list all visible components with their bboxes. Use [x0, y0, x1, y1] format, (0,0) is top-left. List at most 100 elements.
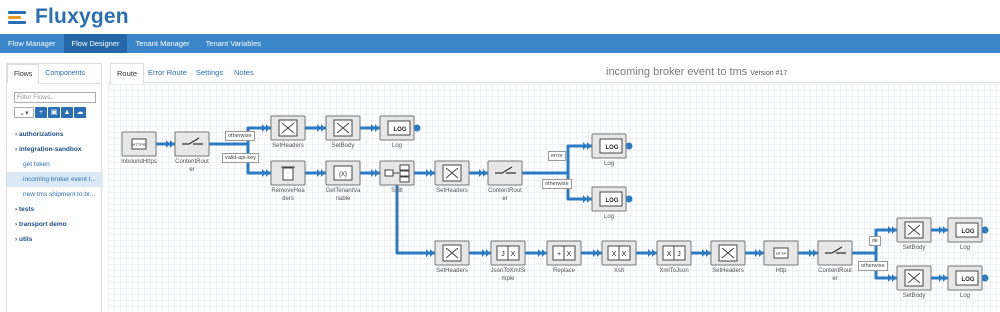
tree-folder[interactable]: › integration-sandbox	[7, 142, 103, 157]
flow-node[interactable]	[174, 131, 210, 157]
end-dot	[625, 195, 633, 203]
arrow-icon	[648, 249, 656, 257]
node-label: ContentRouter	[175, 159, 209, 173]
node-label: XmlToJson	[659, 268, 689, 274]
setheaders-icon	[442, 244, 462, 262]
log-icon: LOG	[599, 138, 623, 154]
node-label: ContentRouter	[488, 188, 522, 202]
http-icon: HTTP	[773, 247, 789, 259]
arrow-icon	[482, 249, 490, 257]
svg-text:HTTPS: HTTPS	[132, 142, 145, 147]
arrow-icon	[262, 169, 270, 177]
node-label: SetBody	[331, 143, 355, 149]
node-label: SetBody	[902, 245, 926, 251]
arrow-icon	[371, 169, 379, 177]
node-label: Log	[959, 293, 970, 299]
tab-flows[interactable]: Flows	[7, 64, 40, 84]
end-dot	[981, 274, 989, 282]
tab-settings[interactable]: Settings	[190, 63, 229, 83]
tab-components[interactable]: Components	[39, 64, 91, 83]
nav-flow-designer[interactable]: Flow Designer	[63, 34, 128, 53]
svg-text:J: J	[677, 251, 681, 258]
svg-text:+: +	[557, 251, 561, 258]
arrow-icon	[755, 249, 763, 257]
arrow-icon	[702, 249, 710, 257]
svg-text:LOG: LOG	[962, 229, 975, 235]
node-label: SetHeaders	[712, 268, 744, 274]
arrow-icon	[371, 124, 379, 132]
editor-tabs: Route Error Route Settings Notes	[108, 63, 1000, 85]
upload-icon[interactable]: ▲	[61, 107, 73, 118]
node-label: Split	[391, 188, 403, 194]
nav-flow-manager[interactable]: Flow Manager	[0, 34, 64, 53]
node-label: JsonToXmlSimple	[490, 268, 526, 282]
main-nav: Flow Manager Flow Designer Tenant Manage…	[0, 34, 1000, 53]
tab-notes[interactable]: Notes	[228, 63, 260, 83]
branch-label[interactable]: error	[548, 151, 566, 161]
nav-tenant-manager[interactable]: Tenant Manager	[127, 34, 197, 53]
arrow-icon	[888, 226, 896, 234]
open-folder-icon[interactable]: ▣	[48, 107, 60, 118]
flow-toolbar: ⌄▾ + ▣ ▲ ☁	[14, 107, 86, 118]
arrow-icon	[593, 249, 601, 257]
fluxygen-logo[interactable]: Fluxygen	[8, 5, 129, 29]
tree-folder[interactable]: › transport demo	[7, 217, 103, 232]
setheaders-icon	[442, 164, 462, 182]
branch-label[interactable]: valid-api-key	[222, 153, 259, 163]
arrow-icon	[426, 169, 434, 177]
flow-tree: › authorizations › integration-sandbox get…	[7, 127, 103, 247]
arrow-icon	[317, 124, 325, 132]
tree-folder[interactable]: › utils	[7, 232, 103, 247]
arrow-icon	[583, 195, 591, 203]
svg-text:X: X	[567, 251, 572, 258]
svg-text:X: X	[612, 251, 617, 258]
nav-tenant-variables[interactable]: Tenant Variables	[198, 34, 269, 53]
setbody-icon	[904, 269, 924, 287]
cloud-icon[interactable]: ☁	[74, 107, 86, 118]
logo-icon	[8, 9, 30, 25]
xslt-icon: XX	[607, 245, 631, 261]
setheaders-icon	[278, 119, 298, 137]
filter-flows-input[interactable]: Filter Flows...	[14, 92, 96, 103]
tree-folder[interactable]: › authorizations	[7, 127, 103, 142]
node-label: SetHeaders	[436, 268, 468, 274]
flow-node[interactable]	[487, 160, 523, 186]
log-icon: LOG	[955, 270, 979, 286]
setbody-icon	[904, 221, 924, 239]
end-dot	[413, 124, 421, 132]
node-label: SetBody	[902, 293, 926, 299]
node-label: GetTenantVariable	[325, 188, 361, 202]
node-label: SetHeaders	[272, 143, 304, 149]
tree-flow-item[interactable]: incoming broker event t...	[7, 172, 103, 187]
tab-route[interactable]: Route	[110, 63, 145, 85]
add-icon[interactable]: +	[35, 107, 47, 118]
arrow-icon	[166, 140, 174, 148]
tree-folder[interactable]: › tests	[7, 202, 103, 217]
svg-text:J: J	[501, 251, 505, 258]
flow-canvas[interactable]: HTTPS LOG {X} LOG LOG J X + X X X X J HTTP LOG LOG Inbo…	[108, 84, 1000, 312]
node-label: SetHeaders	[436, 188, 468, 194]
flow-node[interactable]	[817, 240, 853, 266]
arrow-icon	[262, 124, 270, 132]
tree-flow-item[interactable]: get token	[7, 157, 103, 172]
flows-sidebar: Flows Components Filter Flows... ⌄▾ + ▣ …	[6, 63, 103, 312]
branch-label[interactable]: otherwise	[225, 131, 255, 141]
svg-text:LOG: LOG	[394, 127, 407, 133]
flow-diagram: HTTPSLOG{X}LOGLOGJ X + X X X X J HTTPLOGLOG	[121, 115, 989, 291]
svg-text:X: X	[667, 251, 672, 258]
tab-error-route[interactable]: Error Route	[142, 63, 193, 83]
tree-flow-item[interactable]: new tms shipment to br...	[7, 187, 103, 202]
end-dot	[625, 142, 633, 150]
branch-label[interactable]: ok	[869, 236, 881, 246]
collapse-dropdown[interactable]: ⌄▾	[14, 107, 34, 118]
branch-label[interactable]: otherwise	[858, 261, 888, 271]
convert-icon: XJ	[662, 245, 686, 261]
svg-text:X: X	[511, 251, 516, 258]
arrow-icon	[317, 169, 325, 177]
arrow-icon	[583, 142, 591, 150]
branch-label[interactable]: otherwise	[542, 179, 572, 189]
arrow-icon	[939, 274, 947, 282]
svg-text:{X}: {X}	[339, 172, 347, 178]
svg-text:X: X	[622, 251, 627, 258]
node-label: RemoveHeaders	[271, 188, 305, 202]
